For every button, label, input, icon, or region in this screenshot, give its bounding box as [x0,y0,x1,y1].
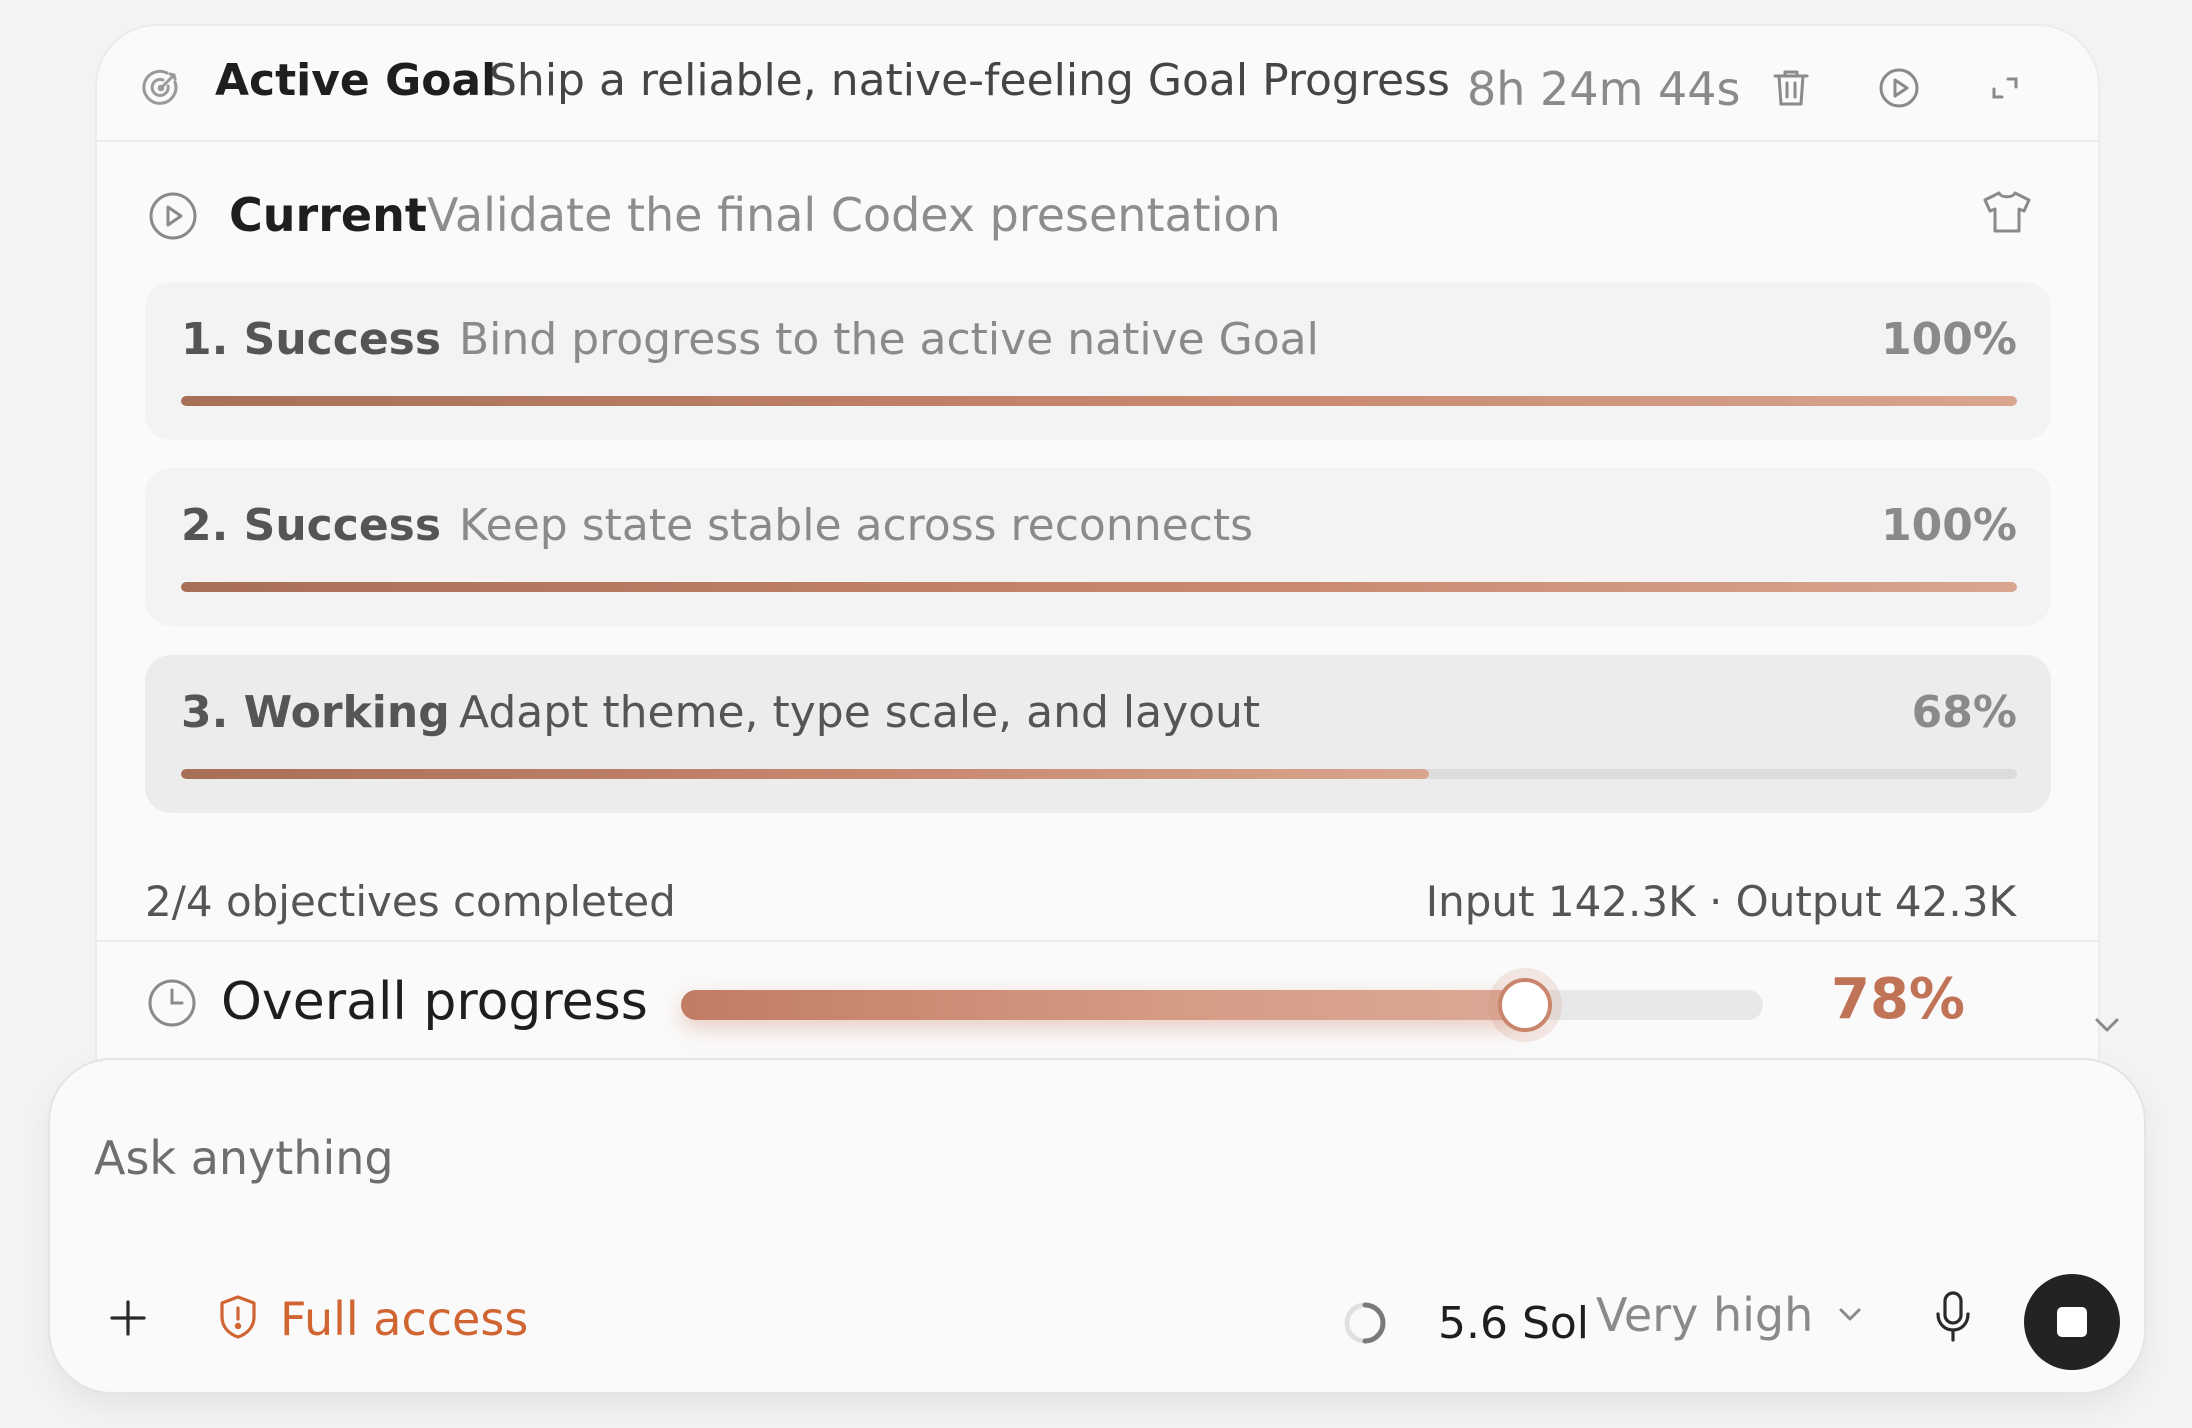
objective-progress-fill [181,582,2017,592]
voice-input-button[interactable] [1920,1286,1986,1352]
objective-status: 1. Success [181,314,442,365]
access-level-label: Full access [280,1292,529,1346]
overall-progress-fill [681,990,1525,1020]
model-label: 5.6 Sol [1438,1298,1590,1349]
delete-goal-button[interactable] [1763,62,1819,118]
overall-progress-slider[interactable] [681,978,1763,1032]
play-circle-icon [147,190,199,242]
objective-status: 2. Success [181,500,442,551]
objective-text: Bind progress to the active native Goal [459,314,1319,365]
stop-button[interactable] [2024,1274,2120,1370]
objective-progress-track [181,582,2017,592]
chevron-down-icon[interactable] [2087,1006,2127,1046]
objective-progress-fill [181,396,2017,406]
objective-item[interactable]: 3. Working Adapt theme, type scale, and … [145,655,2051,813]
access-level-button[interactable]: Full access [216,1284,528,1354]
goal-title: Active Goal [215,55,497,106]
goal-text: Ship a reliable, native-feeling Goal Pro… [489,55,1450,106]
objective-percent: 68% [1911,687,2017,738]
stop-icon [2057,1307,2087,1337]
shirt-icon [1981,189,2033,239]
reasoning-effort-dropdown[interactable]: Very high [1596,1280,1867,1350]
current-task-text: Validate the final Codex presentation [427,188,1281,242]
objective-progress-track [181,396,2017,406]
objective-progress-fill [181,769,1430,779]
spinner-icon [1340,1298,1390,1348]
objective-item[interactable]: 1. Success Bind progress to the active n… [145,282,2051,440]
chevron-down-icon [1833,1298,1867,1332]
overall-progress-percent: 78% [1831,967,1966,1032]
goal-timer: 8h 24m 44s [1467,62,1741,116]
objective-status: 3. Working [181,687,450,738]
current-label: Current [229,188,427,242]
objective-item[interactable]: 2. Success Keep state stable across reco… [145,468,2051,626]
play-circle-icon [1877,66,1921,114]
goal-target-icon [139,66,183,110]
expand-button[interactable] [1977,62,2033,118]
composer: Full access 5.6 Sol Very high [48,1058,2146,1394]
objective-text: Keep state stable across reconnects [459,500,1254,551]
objective-percent: 100% [1881,314,2017,365]
reasoning-effort-label: Very high [1596,1288,1814,1342]
overall-progress-label: Overall progress [221,972,648,1032]
goal-progress-card: Active Goal Ship a reliable, native-feel… [95,24,2119,1124]
add-attachment-button[interactable] [100,1292,156,1348]
overall-progress-handle[interactable] [1497,978,1552,1032]
shield-alert-icon [216,1293,260,1345]
objectives-completed-count: 2/4 objectives completed [145,877,676,926]
objective-text: Adapt theme, type scale, and layout [459,687,1261,738]
microphone-icon [1933,1290,1973,1348]
resume-goal-button[interactable] [1871,62,1927,118]
divider [97,940,2098,942]
token-usage: Input 142.3K · Output 42.3K [1425,877,2016,926]
objective-progress-track [181,769,2017,779]
clock-icon [145,976,199,1030]
expand-icon [1988,71,2022,109]
theme-button[interactable] [1977,184,2037,244]
plus-icon [106,1296,150,1344]
objective-percent: 100% [1881,500,2017,551]
prompt-input[interactable] [92,1118,1992,1198]
goal-header: Active Goal Ship a reliable, native-feel… [97,26,2098,142]
trash-icon [1771,67,1811,113]
